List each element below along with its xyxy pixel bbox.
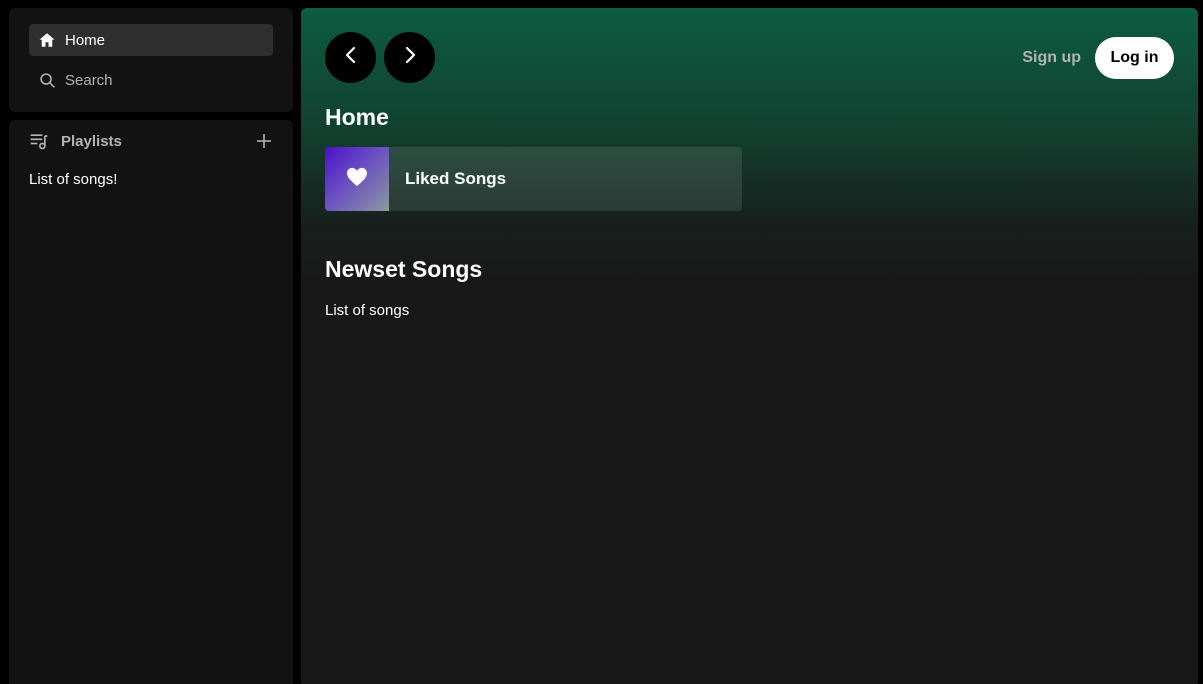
sidebar-nav: Home Search	[9, 8, 293, 112]
back-button[interactable]	[325, 32, 376, 83]
sidebar-item-label: Search	[65, 71, 113, 89]
chevron-right-icon	[403, 46, 417, 69]
sidebar-library: Playlists List of songs!	[9, 120, 293, 684]
liked-songs-artwork	[325, 147, 389, 211]
forward-button[interactable]	[384, 32, 435, 83]
heart-icon	[346, 167, 368, 192]
home-icon	[38, 31, 56, 49]
section-title-newest: Newset Songs	[325, 256, 483, 282]
sidebar-item-home[interactable]: Home	[29, 24, 273, 56]
library-title: Playlists	[61, 132, 122, 150]
chevron-left-icon	[344, 46, 358, 69]
playlist-icon	[29, 130, 51, 152]
page-title: Home	[325, 104, 389, 130]
library-content: List of songs!	[29, 171, 118, 188]
library-header: Playlists	[29, 129, 275, 153]
liked-songs-card[interactable]: Liked Songs	[325, 147, 742, 211]
liked-songs-label: Liked Songs	[405, 169, 507, 188]
sidebar-item-search[interactable]: Search	[29, 64, 273, 96]
app-root: Home Search Playlists List of songs! Sig…	[0, 0, 1203, 684]
search-icon	[38, 71, 56, 89]
login-button[interactable]: Log in	[1095, 37, 1174, 79]
signup-button[interactable]: Sign up	[1001, 48, 1081, 68]
main-content: Sign up Log in Home Liked Songs Newset S…	[301, 8, 1198, 684]
newest-songs-content: List of songs	[325, 302, 410, 319]
sidebar-item-label: Home	[65, 31, 106, 49]
plus-icon[interactable]	[253, 130, 275, 152]
